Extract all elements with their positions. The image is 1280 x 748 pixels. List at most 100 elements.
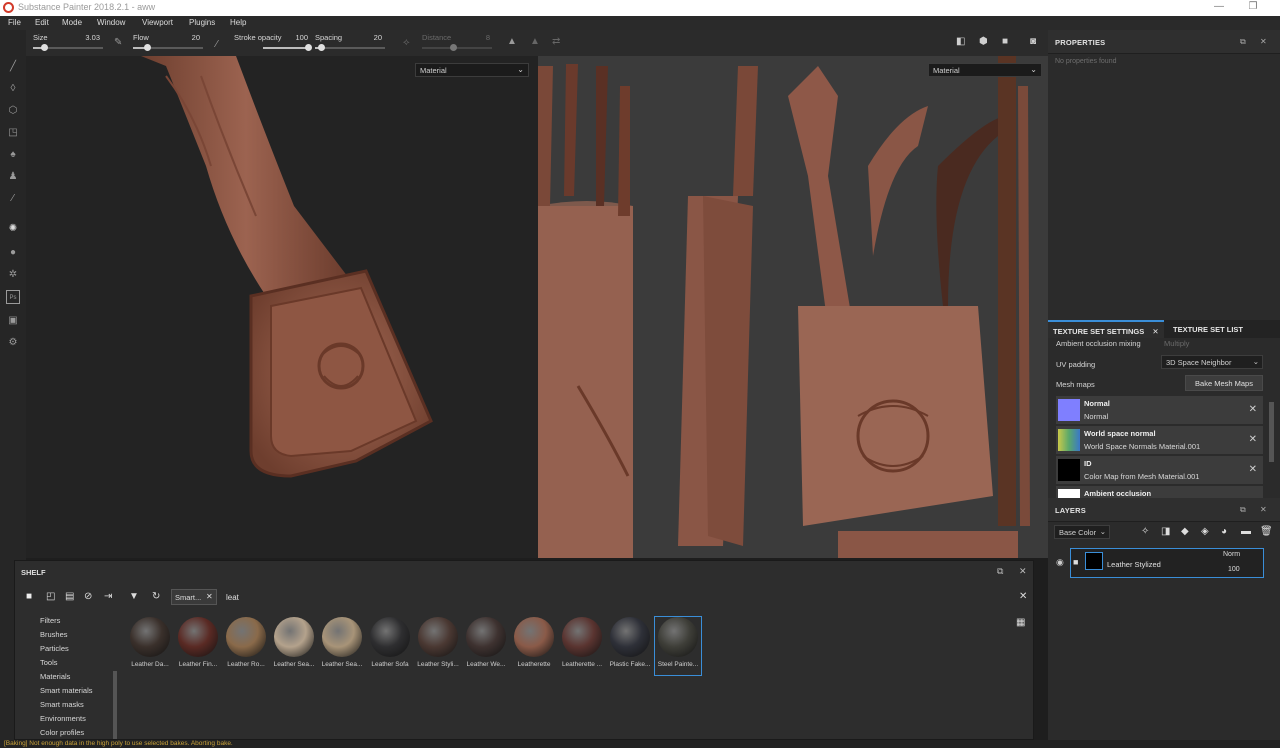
add-effect-icon[interactable]: ✧ [1141, 526, 1149, 537]
close-icon[interactable]: ✕ [206, 592, 213, 601]
category-environments[interactable]: Environments [40, 714, 86, 723]
material-thumbnail[interactable]: Plastic Fake... [607, 617, 653, 675]
minimize-icon[interactable]: — [1208, 1, 1230, 15]
size-value[interactable]: 3.03 [76, 33, 100, 42]
spacing-value[interactable]: 20 [358, 33, 382, 42]
trash-icon[interactable]: 🗑 [1260, 526, 1273, 537]
mesh-map-ambient-occlusion[interactable]: Ambient occlusion [1056, 486, 1263, 498]
material-thumbnail[interactable]: Leather Sea... [319, 617, 365, 675]
add-layer-icon[interactable]: ◆ [1181, 526, 1189, 537]
color-picker-icon[interactable]: ⁄ [6, 192, 20, 206]
screenshot-camera-icon[interactable]: ◙ [1030, 36, 1036, 47]
category-materials[interactable]: Materials [40, 672, 70, 681]
settings-small-icon[interactable]: ✲ [6, 268, 20, 282]
menu-mode[interactable]: Mode [62, 18, 82, 27]
close-icon[interactable]: ✕ [1249, 404, 1257, 415]
new-item-icon[interactable]: ◰ [46, 591, 55, 602]
view-mode-icon[interactable]: ◧ [956, 36, 965, 47]
category-filters[interactable]: Filters [40, 616, 60, 625]
close-icon[interactable]: ✕ [1249, 464, 1257, 475]
category-brushes[interactable]: Brushes [40, 630, 68, 639]
clone-stamp-icon[interactable]: ♟ [6, 170, 20, 184]
menu-edit[interactable]: Edit [35, 18, 49, 27]
close-icon[interactable]: ✕ [1260, 37, 1267, 46]
photoshop-export-icon[interactable]: Ps [6, 290, 20, 304]
layer-channel-select[interactable]: Base Color ⌄ [1054, 525, 1110, 539]
layer-row[interactable]: ■ Leather Stylized Norm 100 [1070, 548, 1264, 578]
mesh-map-world-space-normal[interactable]: World space normal World Space Normals M… [1056, 426, 1263, 454]
cube-icon[interactable]: ⬢ [979, 36, 988, 47]
symmetry-icon[interactable]: ▲ [507, 36, 517, 47]
ao-mixing-value[interactable]: Multiply [1164, 339, 1189, 348]
material-thumbnail[interactable]: Steel Painte... [654, 616, 702, 676]
filter-icon[interactable]: ▼ [129, 591, 139, 602]
add-fill-layer-icon[interactable]: ◈ [1201, 526, 1209, 537]
category-smart-masks[interactable]: Smart masks [40, 700, 84, 709]
menu-help[interactable]: Help [230, 18, 246, 27]
viewport-3d[interactable]: Material ⌄ [26, 56, 538, 558]
close-icon[interactable]: ✕ [1260, 505, 1267, 514]
material-thumbnail[interactable]: Leather Sofa [367, 617, 413, 675]
add-mask-icon[interactable]: ◨ [1161, 526, 1170, 537]
category-tools[interactable]: Tools [40, 658, 58, 667]
import-icon[interactable]: ⇥ [104, 591, 112, 602]
restore-icon[interactable]: ❐ [1242, 1, 1264, 15]
spacing-slider[interactable] [315, 44, 385, 51]
brush-icon[interactable]: ✎ [114, 37, 122, 48]
tab-texture-set-settings[interactable]: TEXTURE SET SETTINGS ✕ [1048, 320, 1164, 338]
grid-view-icon[interactable]: ▦ [1016, 617, 1025, 628]
menu-viewport[interactable]: Viewport [142, 18, 173, 27]
stroke-opacity-value[interactable]: 100 [284, 33, 308, 42]
scrollbar[interactable] [1269, 402, 1274, 462]
bake-icon[interactable]: ✺ [6, 222, 20, 236]
clear-search-icon[interactable]: ✕ [1019, 591, 1027, 602]
uv-padding-select[interactable]: 3D Space Neighbor ⌄ [1161, 355, 1263, 369]
projection-icon[interactable]: ⬡ [6, 104, 20, 118]
add-folder-icon[interactable]: ▬ [1241, 526, 1251, 537]
material-thumbnail[interactable]: Leather Styli... [415, 617, 461, 675]
close-icon[interactable]: ✕ [1249, 434, 1257, 445]
shelf-search-input[interactable]: leat [226, 593, 239, 602]
size-slider[interactable] [33, 44, 103, 51]
material-thumbnail[interactable]: Leather Sea... [271, 617, 317, 675]
paint-brush-icon[interactable]: ╱ [6, 60, 20, 74]
filter-tag[interactable]: Smart... ✕ [171, 589, 217, 605]
lazy-mouse-icon[interactable]: ⟡ [403, 37, 410, 48]
category-color-profiles[interactable]: Color profiles [40, 728, 84, 737]
menu-file[interactable]: File [8, 18, 21, 27]
layer-blend-mode[interactable]: Norm [1223, 551, 1240, 558]
hide-icon[interactable]: ⊘ [84, 591, 92, 602]
category-particles[interactable]: Particles [40, 644, 69, 653]
float-panel-icon[interactable]: ⧉ [1240, 37, 1246, 47]
gear-icon[interactable]: ⚙ [6, 336, 20, 350]
material-thumbnail[interactable]: Leatherette ... [559, 617, 605, 675]
float-panel-icon[interactable]: ⧉ [997, 566, 1003, 577]
material-thumbnail[interactable]: Leather Fin... [175, 617, 221, 675]
viewport-2d-channel-select[interactable]: Material ⌄ [928, 63, 1042, 77]
menu-window[interactable]: Window [97, 18, 125, 27]
material-thumbnail[interactable]: Leatherette [511, 617, 557, 675]
export-icon[interactable]: ▣ [6, 314, 20, 328]
smudge-icon[interactable]: ♠ [6, 148, 20, 162]
flow-slider[interactable] [133, 44, 203, 51]
menu-plugins[interactable]: Plugins [189, 18, 215, 27]
material-thumbnail[interactable]: Leather Ro... [223, 617, 269, 675]
light-icon[interactable]: ● [6, 246, 20, 260]
mesh-map-normal[interactable]: Normal Normal ✕ [1056, 396, 1263, 424]
bake-mesh-maps-button[interactable]: Bake Mesh Maps [1185, 375, 1263, 391]
close-icon[interactable]: ✕ [1019, 566, 1027, 577]
visibility-eye-icon[interactable]: ◉ [1056, 557, 1064, 568]
category-smart-materials[interactable]: Smart materials [40, 686, 93, 695]
symmetry-axis-icon[interactable]: ▲ [530, 36, 540, 47]
float-panel-icon[interactable]: ⧉ [1240, 505, 1246, 515]
refresh-icon[interactable]: ↻ [152, 591, 160, 602]
mesh-map-id[interactable]: ID Color Map from Mesh Material.001 ✕ [1056, 456, 1263, 484]
viewport-2d[interactable]: Material ⌄ [538, 56, 1048, 558]
pressure-icon[interactable]: ⁄ [216, 39, 218, 50]
tab-texture-set-list[interactable]: TEXTURE SET LIST [1168, 320, 1248, 338]
folder-icon[interactable]: ■ [26, 591, 32, 602]
symmetry-settings-icon[interactable]: ⇄ [552, 36, 560, 47]
add-smart-material-icon[interactable]: ◕ [1221, 526, 1227, 537]
camera-video-icon[interactable]: ■ [1002, 36, 1008, 47]
material-thumbnail[interactable]: Leather Da... [127, 617, 173, 675]
